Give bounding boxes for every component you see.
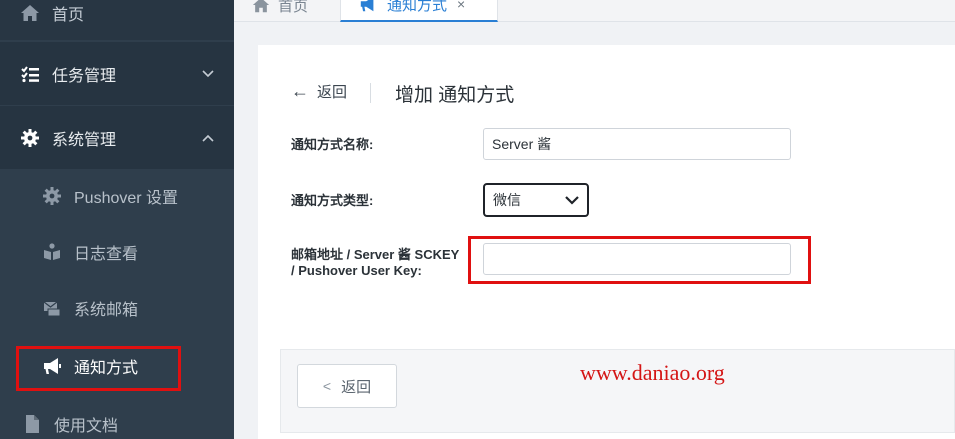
sidebar-item-pushover-settings[interactable]: Pushover 设置 [0,168,234,224]
page-title: 增加 通知方式 [395,85,515,106]
sidebar-item-label: 系统邮箱 [74,302,139,319]
sidebar-item-log-viewer[interactable]: 日志查看 [0,224,234,280]
tab-bar: 首页 通知方式 × [234,0,955,22]
highlight-box [468,236,811,284]
tab-label: 通知方式 [387,0,448,14]
back-link-label: 返回 [317,84,348,101]
chevron-down-icon [565,192,579,208]
tab-notification-methods[interactable]: 通知方式 × [340,0,498,22]
type-field-label: 通知方式类型: [291,193,374,208]
arrow-left-icon: ← [291,81,309,101]
book-icon [42,242,62,262]
type-select[interactable]: 微信 [483,183,589,217]
back-button-label: 返回 [341,378,372,396]
watermark: www.daniao.org [580,360,725,385]
sidebar-item-label: Pushover 设置 [74,190,179,207]
highlight-box [16,346,181,391]
sidebar-item-label: 任务管理 [52,67,117,85]
type-select-value: 微信 [493,192,521,208]
file-icon [22,414,42,434]
list-icon [20,64,40,84]
mail-icon [42,298,62,318]
sidebar-item-label: 首页 [52,7,85,24]
sidebar-item-label: 使用文档 [54,418,119,435]
home-icon [252,0,270,14]
gear-icon [42,186,62,206]
name-field-label: 通知方式名称: [291,137,374,152]
name-input[interactable]: Server 酱 [483,128,791,160]
key-field-label: 邮箱地址 / Server 酱 SCKEY / Pushover User Ke… [291,247,460,278]
gear-icon [20,128,40,148]
sidebar-item-task-management[interactable]: 任务管理 [0,42,234,105]
sidebar-item-system-management[interactable]: 系统管理 [0,106,234,169]
sidebar: 首页 任务管理 系统管理 Pushover 设置 日志查看 系统邮箱 通知方式 … [0,0,234,439]
tab-home[interactable]: 首页 [234,0,340,22]
chevron-down-icon [202,65,214,83]
home-icon [20,3,40,23]
back-button[interactable]: < 返回 [297,364,397,408]
sidebar-item-label: 日志查看 [74,246,139,263]
sidebar-item-docs[interactable]: 使用文档 [0,396,234,439]
title-divider [370,83,371,103]
close-icon[interactable]: × [457,0,465,12]
megaphone-icon [359,0,377,13]
back-link[interactable]: ← 返回 [291,81,347,102]
sidebar-item-label: 系统管理 [52,131,117,149]
chevron-left-icon: < [322,378,332,394]
chevron-up-icon [202,129,214,147]
sidebar-item-system-mailbox[interactable]: 系统邮箱 [0,280,234,336]
sidebar-item-home[interactable]: 首页 [0,0,234,40]
tab-label: 首页 [278,0,309,15]
